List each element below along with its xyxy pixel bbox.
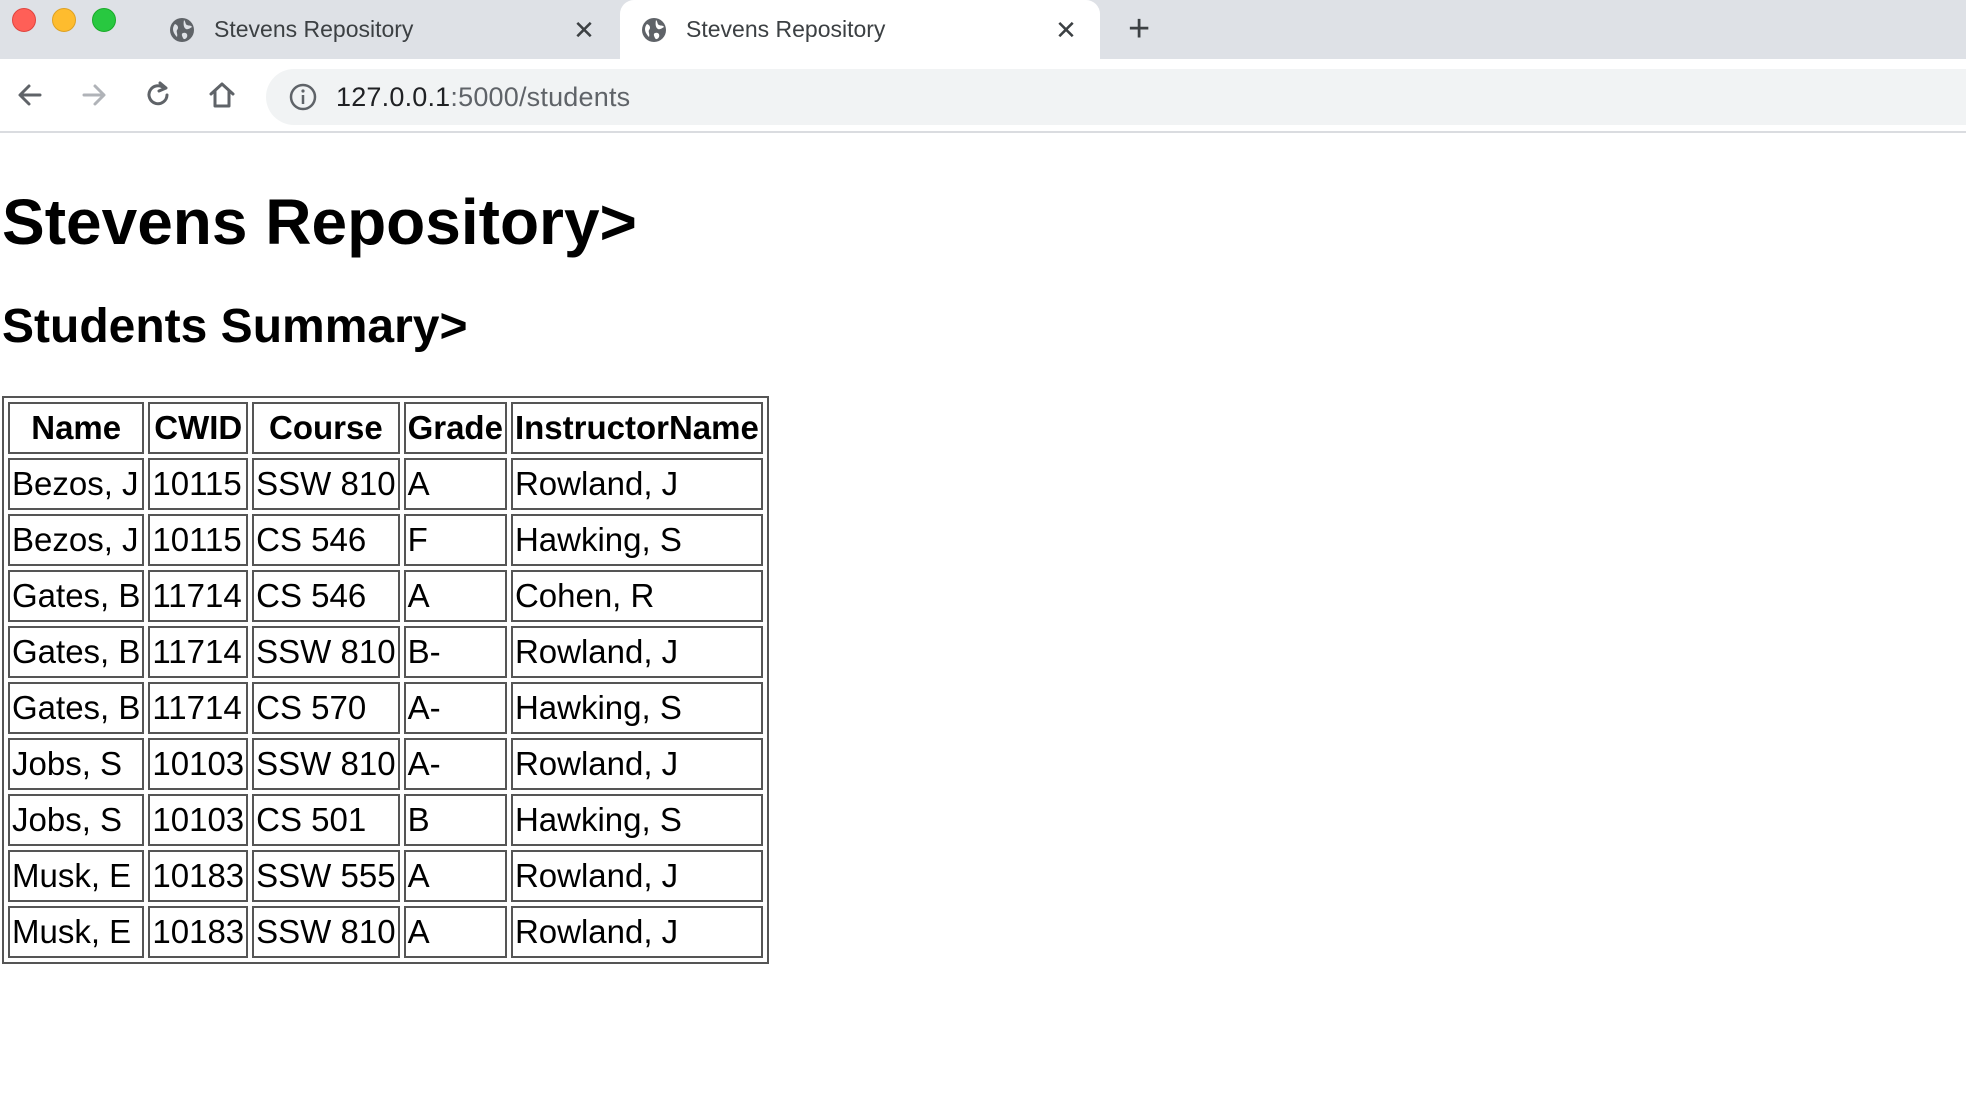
cell-cwid: 11714: [148, 626, 249, 679]
cell-cwid: 10115: [148, 514, 249, 567]
cell-instructor: Rowland, J: [510, 626, 763, 679]
window-controls: [12, 8, 116, 32]
tab-stevens-repository-1[interactable]: Stevens Repository ✕: [148, 0, 618, 59]
url-host: 127.0.0.1: [336, 81, 451, 112]
cell-name: Gates, B: [8, 570, 145, 623]
cell-cwid: 11714: [148, 682, 249, 735]
cell-name: Gates, B: [8, 626, 145, 679]
home-icon[interactable]: [206, 79, 238, 111]
cell-name: Bezos, J: [8, 458, 145, 511]
table-row: Jobs, S 10103 CS 501 B Hawking, S: [8, 794, 763, 847]
cell-name: Jobs, S: [8, 794, 145, 847]
cell-instructor: Cohen, R: [510, 570, 763, 623]
cell-name: Jobs, S: [8, 738, 145, 791]
close-tab-icon[interactable]: ✕: [570, 16, 598, 44]
table-row: Gates, B 11714 CS 546 A Cohen, R: [8, 570, 763, 623]
info-icon[interactable]: [288, 82, 318, 112]
close-window-button[interactable]: [12, 8, 36, 32]
new-tab-button[interactable]: +: [1128, 10, 1150, 48]
table-row: Gates, B 11714 SSW 810 B- Rowland, J: [8, 626, 763, 679]
students-table: Name CWID Course Grade InstructorName Be…: [2, 396, 769, 965]
cell-name: Musk, E: [8, 906, 145, 959]
section-title: Students Summary>: [2, 300, 468, 354]
cell-grade: A: [403, 906, 507, 959]
cell-grade: A: [403, 570, 507, 623]
cell-instructor: Hawking, S: [510, 682, 763, 735]
table-row: Musk, E 10183 SSW 555 A Rowland, J: [8, 850, 763, 903]
cell-course: CS 570: [252, 682, 400, 735]
url-text: 127.0.0.1:5000/students: [336, 82, 630, 113]
cell-course: CS 501: [252, 794, 400, 847]
cell-instructor: Rowland, J: [510, 906, 763, 959]
browser-toolbar: 127.0.0.1:5000/students: [0, 59, 1966, 133]
cell-cwid: 10115: [148, 458, 249, 511]
column-header-grade: Grade: [403, 402, 507, 455]
column-header-name: Name: [8, 402, 145, 455]
cell-cwid: 10103: [148, 738, 249, 791]
tab-title: Stevens Repository: [214, 16, 414, 42]
cell-course: CS 546: [252, 514, 400, 567]
cell-grade: B-: [403, 626, 507, 679]
cell-name: Bezos, J: [8, 514, 145, 567]
globe-icon: [168, 16, 196, 44]
address-bar[interactable]: 127.0.0.1:5000/students: [266, 69, 1966, 125]
maximize-window-button[interactable]: [92, 8, 116, 32]
cell-grade: A: [403, 850, 507, 903]
cell-instructor: Rowland, J: [510, 458, 763, 511]
table-row: Jobs, S 10103 SSW 810 A- Rowland, J: [8, 738, 763, 791]
reload-icon[interactable]: [142, 79, 174, 111]
column-header-instructor: InstructorName: [510, 402, 763, 455]
table-row: Bezos, J 10115 SSW 810 A Rowland, J: [8, 458, 763, 511]
cell-grade: A-: [403, 682, 507, 735]
globe-icon: [640, 16, 668, 44]
cell-instructor: Rowland, J: [510, 850, 763, 903]
page-title: Stevens Repository>: [2, 186, 637, 258]
cell-course: SSW 555: [252, 850, 400, 903]
page-content: Stevens Repository> Students Summary> Na…: [0, 186, 1966, 965]
cell-course: SSW 810: [252, 458, 400, 511]
url-path: :5000/students: [450, 81, 631, 112]
cell-grade: A: [403, 458, 507, 511]
tab-title: Stevens Repository: [686, 16, 886, 42]
forward-arrow-icon[interactable]: [78, 79, 110, 111]
cell-cwid: 10183: [148, 850, 249, 903]
table-header-row: Name CWID Course Grade InstructorName: [8, 402, 763, 455]
minimize-window-button[interactable]: [52, 8, 76, 32]
cell-cwid: 11714: [148, 570, 249, 623]
cell-cwid: 10103: [148, 794, 249, 847]
cell-grade: B: [403, 794, 507, 847]
cell-course: SSW 810: [252, 738, 400, 791]
cell-cwid: 10183: [148, 906, 249, 959]
column-header-cwid: CWID: [148, 402, 249, 455]
cell-course: CS 546: [252, 570, 400, 623]
cell-course: SSW 810: [252, 906, 400, 959]
column-header-course: Course: [252, 402, 400, 455]
cell-instructor: Hawking, S: [510, 514, 763, 567]
cell-grade: A-: [403, 738, 507, 791]
tab-bar: Stevens Repository ✕ Stevens Repository …: [0, 0, 1966, 59]
table-row: Bezos, J 10115 CS 546 F Hawking, S: [8, 514, 763, 567]
cell-course: SSW 810: [252, 626, 400, 679]
close-tab-icon[interactable]: ✕: [1052, 16, 1080, 44]
back-arrow-icon[interactable]: [14, 79, 46, 111]
cell-name: Gates, B: [8, 682, 145, 735]
table-row: Gates, B 11714 CS 570 A- Hawking, S: [8, 682, 763, 735]
cell-grade: F: [403, 514, 507, 567]
cell-instructor: Rowland, J: [510, 738, 763, 791]
tab-stevens-repository-2[interactable]: Stevens Repository ✕: [620, 0, 1100, 59]
table-row: Musk, E 10183 SSW 810 A Rowland, J: [8, 906, 763, 959]
cell-name: Musk, E: [8, 850, 145, 903]
cell-instructor: Hawking, S: [510, 794, 763, 847]
